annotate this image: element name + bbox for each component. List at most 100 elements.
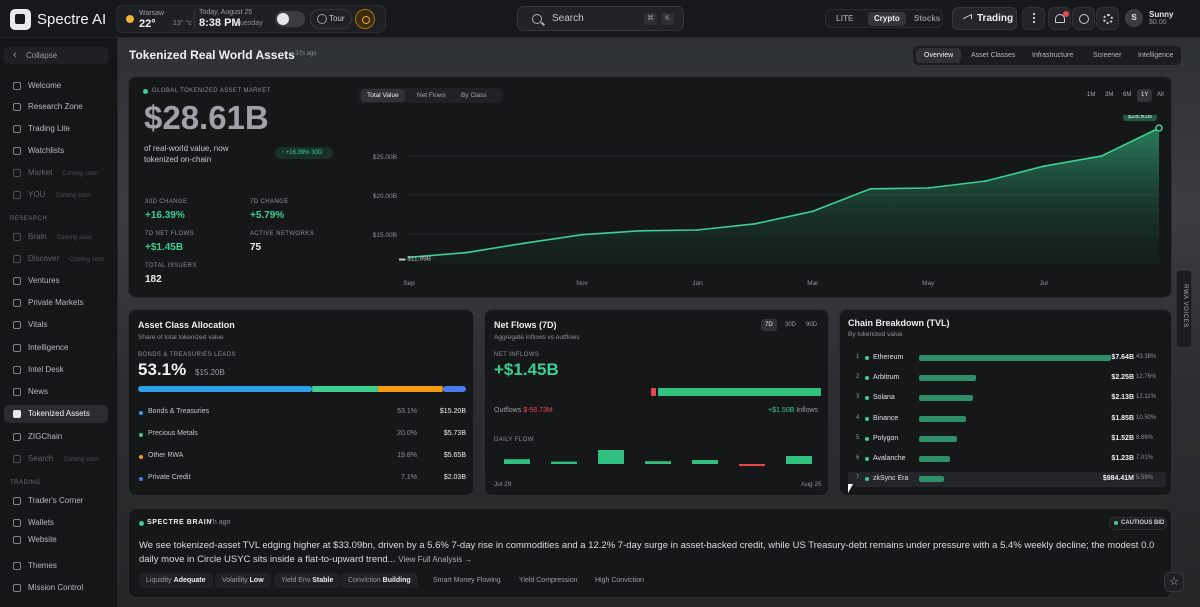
more-button[interactable] [1022,7,1045,30]
sidebar-item-label: Market [28,168,53,177]
sidebar-item-you[interactable]: YOU Coming soon [4,186,108,204]
range-1y[interactable]: 1Y [1137,89,1153,102]
allocation-row[interactable]: Private Credit 7.1% $2.03B [129,473,475,487]
sidebar: Collapse Welcome Research Zone Trading L… [0,38,118,607]
app-name: Spectre AI [37,11,107,28]
chain-row[interactable]: 4 Binance $1.85B 10.50% [848,412,1166,427]
sidebar-item-welcome[interactable]: Welcome [4,77,108,95]
search-input[interactable]: Search ⌘ K [517,6,684,31]
chain-name: Binance [873,414,899,422]
tab-asset-classes[interactable]: Asset Classes [963,48,1023,63]
chain-row[interactable]: 7 zkSync Era $984.41M 5.59% [848,472,1166,488]
sidebar-item-ventures[interactable]: Ventures [4,272,108,290]
sidebar-item-intel-desk[interactable]: Intel Desk [4,361,108,379]
data-point [696,229,699,231]
view-analysis-link[interactable]: View Full Analysis → [398,555,472,564]
chain-row[interactable]: 2 Arbitrum $2.25B 12.76% [848,371,1166,386]
sidebar-item-brain[interactable]: Brain Coming soon [4,228,108,246]
allocation-row[interactable]: Bonds & Treasuries 53.1% $15.20B [129,407,475,421]
chart-icon [13,125,21,133]
tab-net-flows[interactable]: Net Flows [411,89,452,102]
sidebar-item-website[interactable]: Website [4,531,108,549]
tab-overview[interactable]: Overview [916,48,962,63]
brain-summary-text: We see tokenized-asset TVL edging higher… [139,540,1155,565]
sidebar-item-zigchain[interactable]: ZIGChain [4,428,108,446]
hero-label: GLOBAL TOKENIZED ASSET MARKET [152,88,271,94]
chip-yield-env: Yield Env Stable [274,573,341,588]
settings-button[interactable] [1096,7,1119,30]
sidebar-item-mission-control[interactable]: Mission Control [4,579,108,597]
compass-icon [13,255,21,263]
daily-flow-bar [739,464,765,466]
range-3m[interactable]: 3M [1101,89,1117,102]
range-7d[interactable]: 7D [761,319,777,331]
live-dot [143,89,148,94]
stat-label: TOTAL ISSUERS [145,263,197,269]
tab-infrastructure[interactable]: Infrastructure [1024,48,1081,63]
y-tick-label: $15.00B [373,232,397,239]
chain-bar [919,456,950,462]
range-30d[interactable]: 30D [781,319,800,331]
clock-time: 8:38 PM [199,17,241,29]
sidebar-item-tokenized-assets[interactable]: Tokenized Assets [4,405,108,423]
chain-row[interactable]: 1 Ethereum $7.64B 43.38% [848,351,1166,366]
allocation-row[interactable]: Other RWA 19.8% $5.65B [129,451,475,465]
user-name[interactable]: Sunny [1149,10,1173,19]
chain-row[interactable]: 5 Polygon $1.52B 8.66% [848,432,1166,447]
mode-stocks[interactable]: Stocks [908,12,946,26]
sidebar-item-intelligence[interactable]: Intelligence [4,339,108,357]
sidebar-item-label: Search [28,454,54,463]
chain-rank: 4 [856,414,860,421]
sidebar-item-discover[interactable]: Discover Coming soon [4,250,108,268]
range-90d[interactable]: 90D [802,319,821,331]
alert-orb-button[interactable] [355,9,375,29]
sidebar-item-wallets[interactable]: Wallets [4,514,108,532]
x-tick-label: Sep [403,280,415,287]
range-1m[interactable]: 1M [1083,89,1099,102]
theme-toggle[interactable] [275,11,305,27]
tab-by-class[interactable]: By Class [455,89,493,102]
trading-button[interactable]: Trading [952,7,1017,30]
sidebar-item-private-markets[interactable]: Private Markets [4,294,108,312]
range-all[interactable]: All [1153,89,1168,102]
home-icon [13,82,21,90]
chain-icon [13,433,21,441]
sidebar-item-vitals[interactable]: Vitals [4,316,108,334]
search-icon [532,14,542,24]
app-logo[interactable]: Spectre AI [10,9,106,30]
sidebar-item-watchlists[interactable]: Watchlists [4,142,108,160]
sidebar-item-news[interactable]: News [4,383,108,401]
mode-lite[interactable]: LITE [830,12,859,26]
mode-crypto[interactable]: Crypto [868,12,906,26]
tab-screener[interactable]: Screener [1085,48,1129,63]
market-value-chart[interactable]: $15.00B $20.00B $25.00B $28.61B ▬ $11.99B Sep… [369,115,1169,295]
chain-rank: 2 [856,374,860,381]
trading-label: Trading [977,13,1014,24]
allocation-label: Private Credit [148,474,191,481]
messages-button[interactable] [1072,7,1095,30]
trend-up-icon [963,13,972,24]
sidebar-item-research-zone[interactable]: Research Zone [4,98,108,116]
rwa-voices-tab[interactable]: RWA VOICES [1176,270,1192,348]
sidebar-item-themes[interactable]: Themes [4,557,108,575]
sidebar-item-market[interactable]: Market Coming soon [4,164,108,182]
chain-row[interactable]: 6 Avalanche $1.23B 7.01% [848,452,1166,467]
tab-total-value[interactable]: Total Value [361,89,405,102]
chain-row[interactable]: 3 Solana $2.13B 12.11% [848,391,1166,406]
chain-rank: 7 [856,475,860,482]
chain-value: $1.23B [1111,455,1134,462]
chain-name: Arbitrum [873,374,900,382]
notifications-button[interactable] [1048,7,1071,30]
tour-button[interactable]: Tour [310,9,352,29]
chip-value: Stable [312,577,334,584]
sidebar-item-traders-corner[interactable]: Trader's Corner [4,492,108,510]
sidebar-item-search[interactable]: Search Coming soon [4,450,108,468]
allocation-row[interactable]: Precious Metals 20.0% $5.73B [129,429,475,443]
avatar[interactable]: S [1125,9,1143,27]
favorite-star-button[interactable]: ☆ [1164,572,1184,592]
allocation-segment [442,386,466,392]
sidebar-item-trading-lite[interactable]: Trading Lite [4,120,108,138]
collapse-sidebar-button[interactable]: Collapse [4,47,108,64]
tab-intelligence[interactable]: Intelligence [1130,48,1181,63]
range-6m[interactable]: 6M [1119,89,1135,102]
